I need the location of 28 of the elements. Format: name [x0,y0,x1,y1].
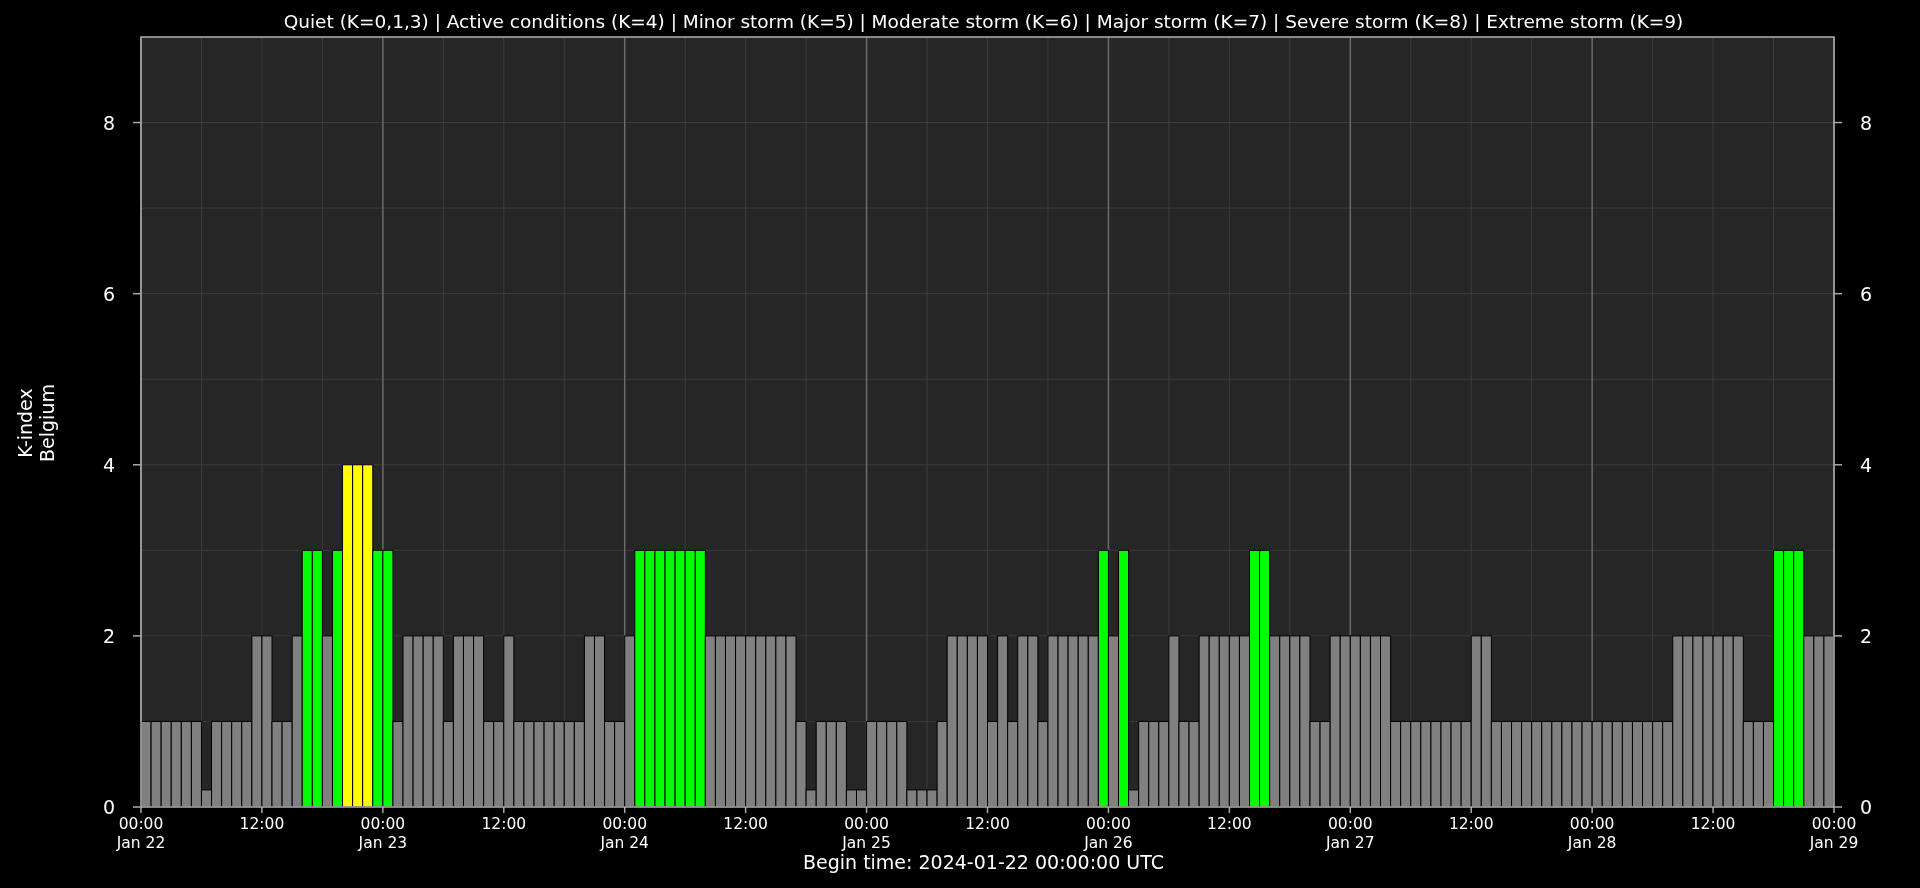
x-tick-label: 12:00 [481,815,527,833]
x-tick-label: 12:00 [965,815,1010,833]
y-tick-label: 4 [1860,453,1873,476]
x-tick-label: 12:00 [1690,815,1736,833]
y-tick-label: 4 [102,453,115,476]
x-tick-label: 00:00 Jan 26 [1084,815,1133,852]
x-tick-label: 12:00 [723,815,768,833]
x-tick-label: 00:00 Jan 25 [842,815,891,852]
chart-title: Quiet (K=0,1,3) | Active conditions (K=4) | Minor storm (K=5) | Moderate storm (K=6) | Major storm (K=7) | Severe storm (K=8) | Extreme storm (K=9) [283,11,1684,32]
x-tick-label: 00:00 Jan 23 [358,815,408,852]
x-tick-label: 12:00 [1207,815,1252,833]
y-tick-label: 8 [102,111,115,134]
x-tick-label: 00:00 Jan 24 [600,815,649,852]
x-tick-label: 00:00 Jan 27 [1326,815,1375,852]
y-tick-label: 2 [1860,624,1873,647]
y-tick-label: 0 [102,796,115,818]
x-tick-label: 00:00 Jan 29 [1809,815,1859,852]
y-tick-label: 0 [1860,796,1873,818]
y-tick-label: 6 [102,282,115,305]
x-tick-label: 12:00 [1448,815,1494,833]
y-tick-label: 8 [1860,111,1873,134]
x-tick-label: 00:00 Jan 28 [1567,815,1617,852]
x-axis-label: Begin time: 2024-01-22 00:00:00 UTC [803,851,1164,873]
y-axis-label: K-index Belgium [14,384,58,462]
x-tick-label: 12:00 [239,815,285,833]
y-tick-label: 6 [1860,282,1873,305]
y-tick-label: 2 [102,624,115,647]
x-tick-label: 00:00 Jan 22 [116,815,166,852]
